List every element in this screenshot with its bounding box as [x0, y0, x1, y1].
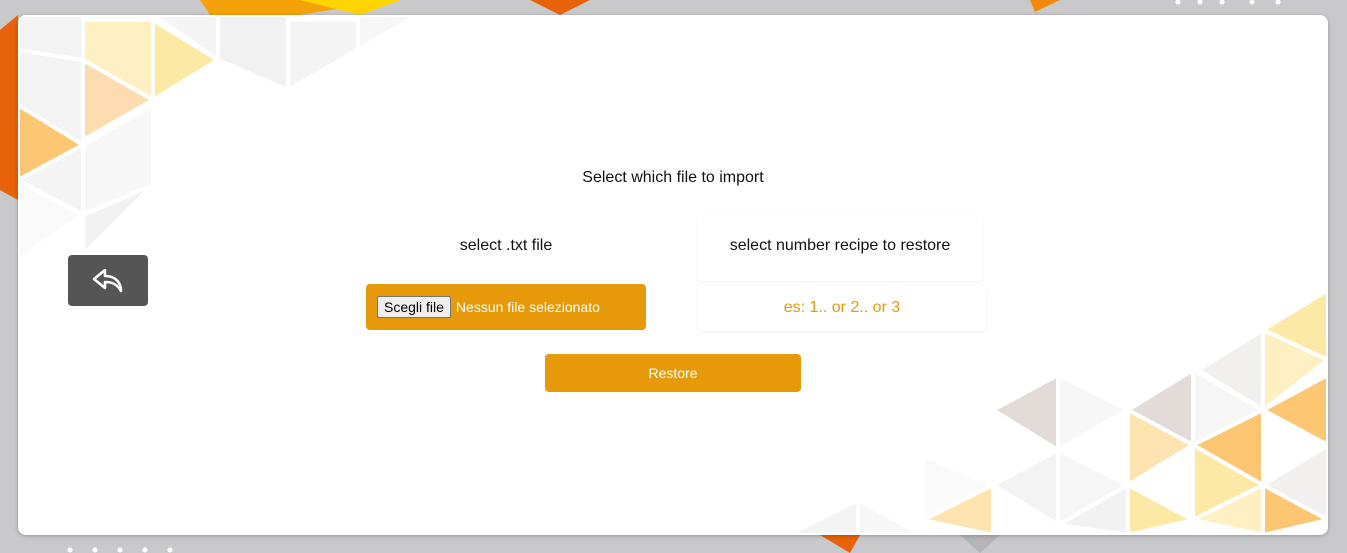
page-title: Select which file to import: [582, 169, 764, 186]
recipe-number-input[interactable]: [698, 285, 986, 331]
recipe-number-label: select number recipe to restore: [698, 215, 982, 281]
file-status-text: Nessun file selezionato: [455, 299, 600, 315]
file-picker: Scegli file Nessun file selezionato: [366, 284, 646, 330]
triangle-pattern-decoration: [18, 15, 1328, 535]
txt-file-label: select .txt file: [459, 237, 553, 254]
choose-file-button[interactable]: Scegli file: [377, 296, 451, 318]
restore-button[interactable]: Restore: [545, 354, 801, 392]
restore-card: Select which file to import select .txt …: [18, 15, 1328, 535]
back-button[interactable]: [68, 255, 148, 306]
reply-arrow-icon: [92, 268, 123, 292]
